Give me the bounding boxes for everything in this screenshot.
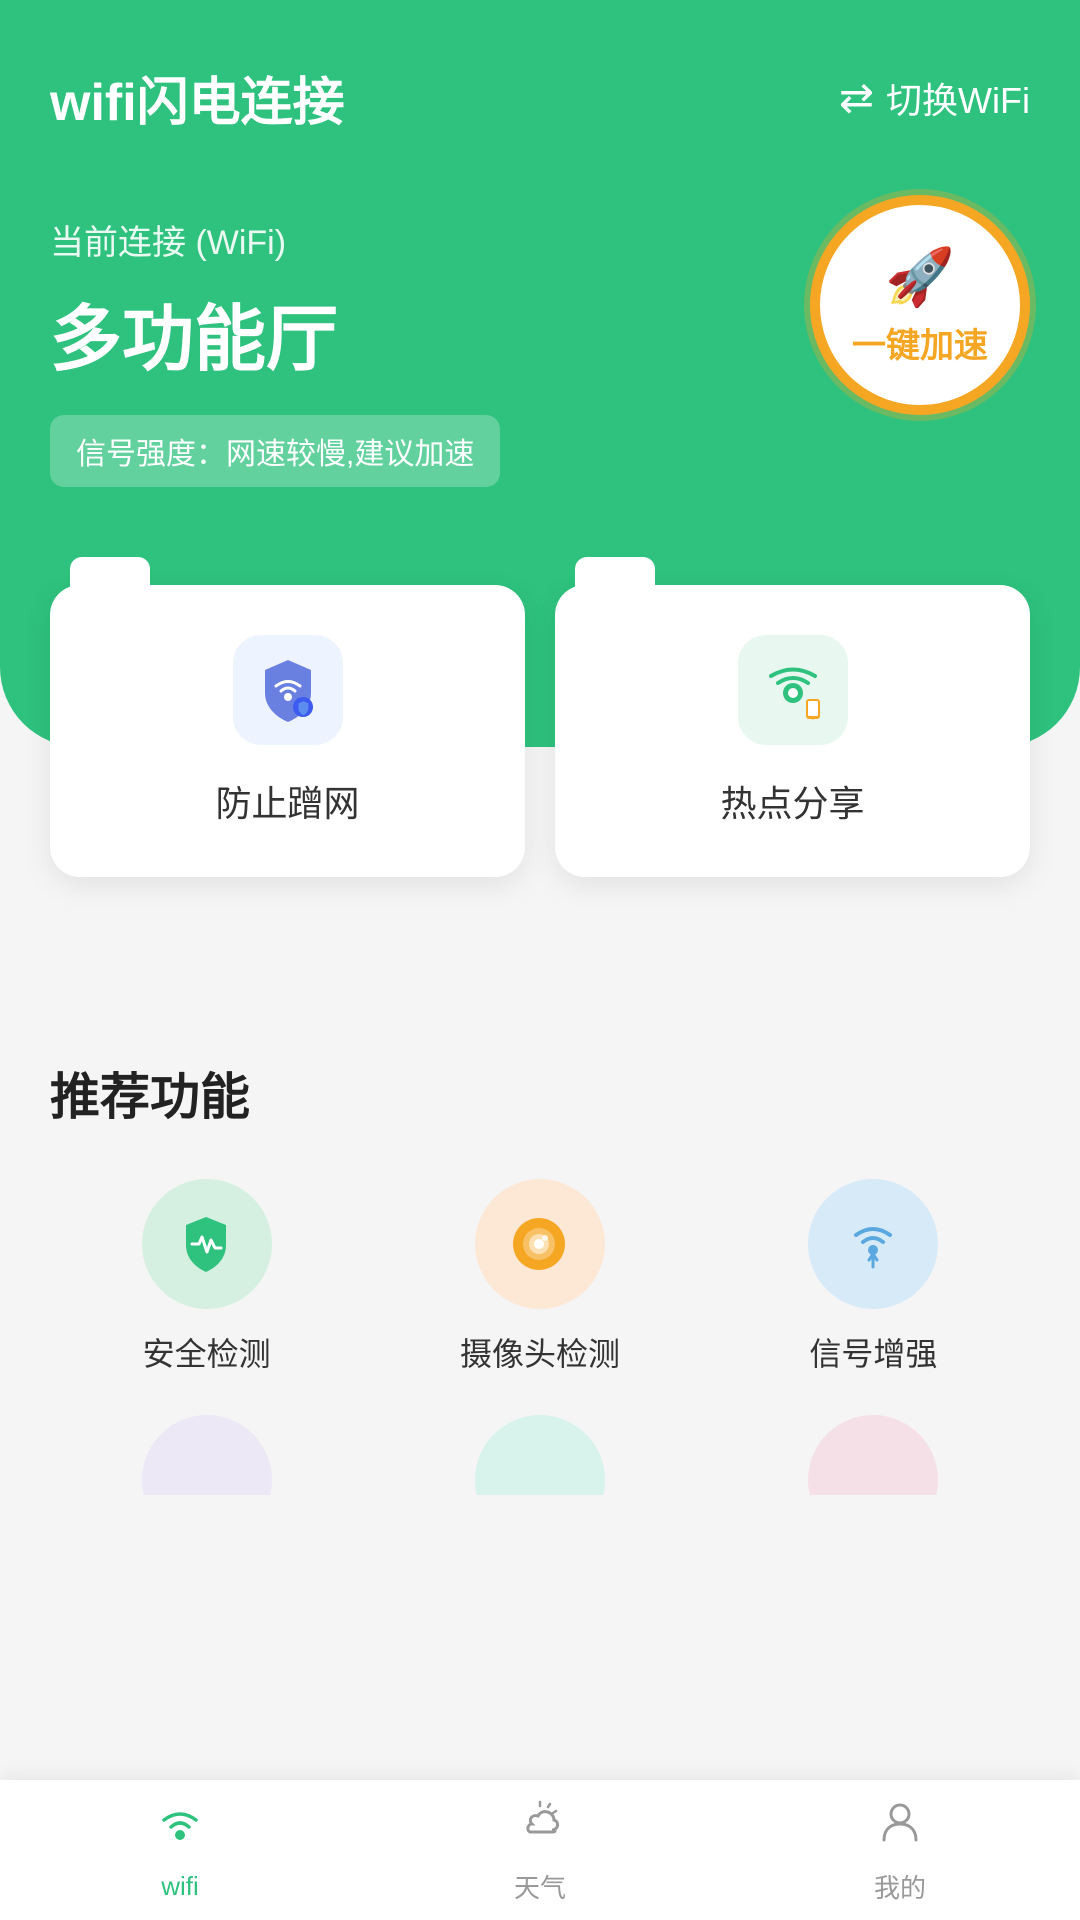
signal-boost-icon [841,1212,906,1277]
mine-nav-label: 我的 [874,1868,926,1905]
camera-check-icon-circle [475,1179,605,1309]
switch-wifi-label: 切换WiFi [886,72,1030,124]
person-nav-icon [874,1796,926,1860]
partial-item-2 [383,1415,696,1495]
features-grid: 安全检测 摄像头检测 [50,1179,1030,1375]
connection-section: 当前连接 (WiFi) 多功能厅 信号强度：网速较慢,建议加速 🚀 一键加速 [50,215,1030,487]
recommended-title: 推荐功能 [50,1057,1030,1129]
hotspot-icon [758,655,828,725]
signal-boost-item[interactable]: 信号增强 [717,1179,1030,1375]
camera-check-label: 摄像头检测 [460,1329,620,1375]
security-check-label: 安全检测 [143,1329,271,1375]
weather-nav-label: 天气 [514,1868,566,1905]
boost-button[interactable]: 🚀 一键加速 [810,195,1030,415]
nav-item-mine[interactable]: 我的 [720,1796,1080,1905]
hotspot-icon-wrapper [738,635,848,745]
main-content: 推荐功能 安全检测 [0,1057,1080,1495]
signal-badge: 信号强度：网速较慢,建议加速 [50,415,500,487]
shield-wifi-icon [253,655,323,725]
card-tab-2 [575,557,655,593]
shield-wifi-icon-wrapper [233,635,343,745]
partial-features-row [50,1415,1030,1495]
wifi-name: 多功能厅 [50,280,810,385]
wifi-nav-svg [154,1799,206,1851]
card-tab [70,557,150,593]
feature-cards-section: 防止蹭网 热点分享 [50,585,1030,877]
security-check-icon [174,1212,239,1277]
security-check-item[interactable]: 安全检测 [50,1179,363,1375]
app-title: wifi闪电连接 [50,60,345,135]
cloud-nav-svg [514,1796,566,1848]
partial-item-1 [50,1415,363,1495]
hotspot-share-card[interactable]: 热点分享 [555,585,1030,877]
nav-item-wifi[interactable]: wifi [0,1799,360,1902]
anti-freeload-label: 防止蹭网 [215,775,359,827]
person-nav-svg [874,1796,926,1848]
hotspot-share-label: 热点分享 [720,775,864,827]
wifi-nav-label: wifi [161,1871,199,1902]
partial-circle-1 [142,1415,272,1495]
anti-freeload-card[interactable]: 防止蹭网 [50,585,525,877]
boost-label: 一键加速 [852,318,988,367]
header-section: wifi闪电连接 ⇄ 切换WiFi 当前连接 (WiFi) 多功能厅 信号强度：… [0,0,1080,747]
top-bar: wifi闪电连接 ⇄ 切换WiFi [50,60,1030,135]
camera-check-icon [507,1212,572,1277]
connection-info: 当前连接 (WiFi) 多功能厅 信号强度：网速较慢,建议加速 [50,215,810,487]
bottom-nav: wifi 天气 我的 [0,1780,1080,1920]
wifi-nav-icon [154,1799,206,1863]
partial-item-3 [717,1415,1030,1495]
connection-label: 当前连接 (WiFi) [50,215,810,264]
camera-check-item[interactable]: 摄像头检测 [383,1179,696,1375]
nav-item-weather[interactable]: 天气 [360,1796,720,1905]
switch-icon: ⇄ [839,73,874,122]
rocket-icon: 🚀 [885,244,955,310]
cloud-nav-icon [514,1796,566,1860]
signal-boost-label: 信号增强 [809,1329,937,1375]
partial-circle-3 [808,1415,938,1495]
switch-wifi-button[interactable]: ⇄ 切换WiFi [839,72,1030,124]
security-check-icon-circle [142,1179,272,1309]
partial-circle-2 [475,1415,605,1495]
signal-boost-icon-circle [808,1179,938,1309]
